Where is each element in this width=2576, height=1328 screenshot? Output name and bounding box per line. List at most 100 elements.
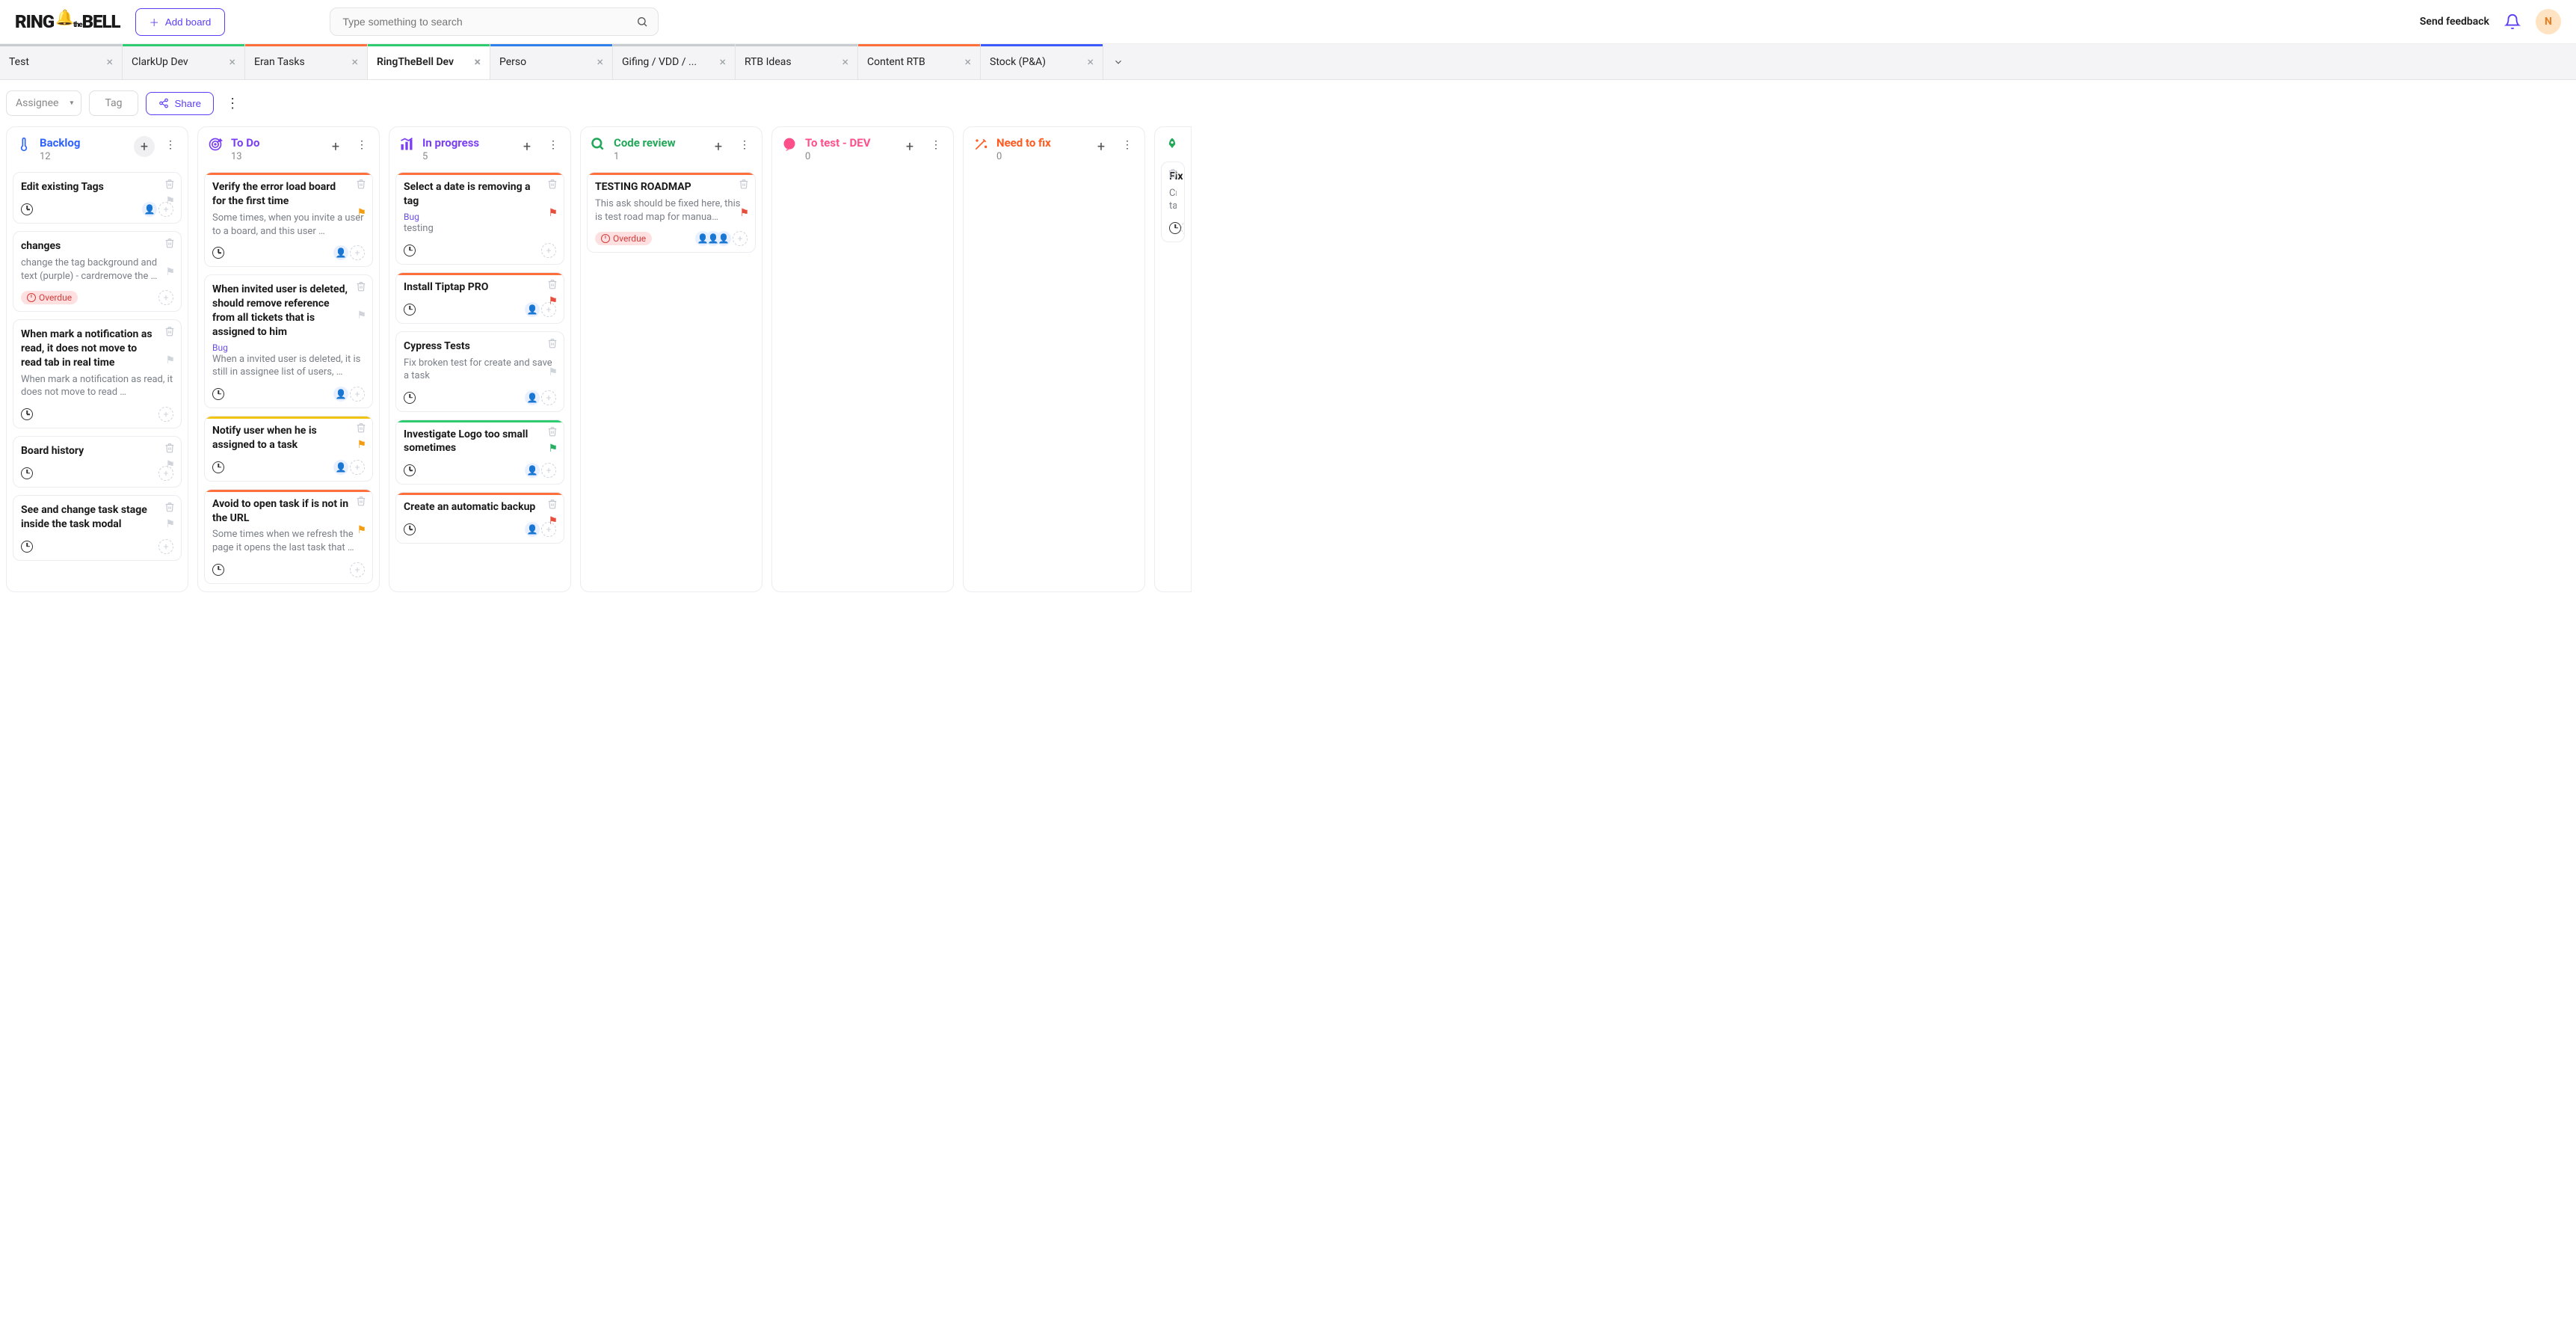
search-input[interactable] (330, 7, 659, 36)
close-icon[interactable]: × (964, 55, 971, 69)
column-more-icon[interactable]: ⋮ (1119, 136, 1136, 154)
trash-icon[interactable] (547, 279, 558, 289)
kanban-card[interactable]: FixCre task + (1161, 162, 1185, 242)
kanban-card[interactable]: Install Tiptap PRO⚑ 👤 + (395, 272, 564, 324)
assignee-avatar[interactable]: 👤 (525, 390, 540, 405)
add-card-button[interactable]: + (517, 136, 537, 157)
card-description: When mark a notification as read, it doe… (21, 373, 173, 399)
board-tab[interactable]: Perso × (490, 44, 613, 79)
trash-icon[interactable] (164, 502, 175, 512)
add-assignee-button[interactable]: + (158, 407, 173, 422)
filter-more-icon[interactable]: ⋮ (221, 91, 244, 116)
column-more-icon[interactable]: ⋮ (162, 136, 179, 154)
assignee-avatar[interactable]: 👤 (142, 202, 157, 217)
kanban-card[interactable]: When mark a notification as read, it doe… (13, 319, 182, 428)
kanban-card[interactable]: TESTING ROADMAPThis ask should be fixed … (587, 172, 756, 253)
kanban-card[interactable]: changeschange the tag background and tex… (13, 231, 182, 312)
column-more-icon[interactable]: ⋮ (545, 136, 561, 154)
assignee-avatar[interactable]: 👤 (525, 463, 540, 478)
add-card-button[interactable]: + (134, 136, 155, 157)
add-assignee-button[interactable]: + (350, 387, 365, 402)
user-avatar[interactable]: N (2536, 9, 2561, 34)
board-tab[interactable]: Gifing / VDD / ... × (613, 44, 736, 79)
board-tab[interactable]: RingTheBell Dev × (368, 44, 490, 79)
close-icon[interactable]: × (475, 55, 481, 69)
kanban-card[interactable]: Cypress TestsFix broken test for create … (395, 331, 564, 412)
add-card-button[interactable]: + (325, 136, 346, 157)
close-icon[interactable]: × (1087, 55, 1094, 69)
board-area: Backlog 12 + ⋮ Edit existing Tags⚑ 👤 + c… (0, 126, 2576, 607)
kanban-card[interactable]: Avoid to open task if is not in the URLS… (204, 489, 373, 584)
card-color-bar (205, 173, 372, 175)
add-card-button[interactable]: + (708, 136, 729, 157)
kanban-card[interactable]: Notify user when he is assigned to a tas… (204, 416, 373, 482)
kanban-card[interactable]: Investigate Logo too small sometimes⚑ 👤 … (395, 419, 564, 485)
kanban-card[interactable]: Verify the error load board for the firs… (204, 172, 373, 267)
board-tab[interactable]: Test × (0, 44, 123, 79)
assignee-avatar[interactable]: 👤 (333, 460, 348, 475)
add-assignee-button[interactable]: + (733, 231, 748, 246)
trash-icon[interactable] (547, 179, 558, 189)
add-board-button[interactable]: ＋ Add board (135, 8, 226, 36)
board-tab[interactable]: Stock (P&A) × (981, 44, 1103, 79)
flag-icon: ⚑ (357, 524, 366, 536)
close-icon[interactable]: × (229, 55, 235, 69)
assignee-avatar[interactable]: 👤 (716, 231, 731, 246)
add-assignee-button[interactable]: + (1181, 221, 1185, 236)
assignee-filter[interactable]: Assignee ▾ (6, 90, 81, 116)
trash-icon[interactable] (164, 326, 175, 336)
trash-icon[interactable] (356, 422, 366, 433)
notifications-icon[interactable] (2504, 13, 2521, 30)
close-icon[interactable]: × (351, 55, 358, 69)
tabs-overflow-icon[interactable] (1103, 44, 1133, 79)
trash-icon[interactable] (547, 338, 558, 348)
add-card-button[interactable]: + (1091, 136, 1112, 157)
board-tab[interactable]: Eran Tasks × (245, 44, 368, 79)
close-icon[interactable]: × (106, 55, 113, 69)
trash-icon[interactable] (739, 179, 749, 189)
trash-icon[interactable] (164, 443, 175, 453)
assignee-avatar[interactable]: 👤 (525, 522, 540, 537)
add-assignee-button[interactable]: + (541, 243, 556, 258)
add-assignee-button[interactable]: + (350, 460, 365, 475)
trash-icon[interactable] (547, 426, 558, 437)
kanban-card[interactable]: See and change task stage inside the tas… (13, 495, 182, 561)
trash-icon[interactable] (1168, 168, 1178, 179)
card-color-bar (396, 173, 564, 175)
send-feedback-link[interactable]: Send feedback (2420, 16, 2489, 28)
close-icon[interactable]: × (842, 55, 848, 69)
board-tab[interactable]: ClarkUp Dev × (123, 44, 245, 79)
add-assignee-button[interactable]: + (158, 539, 173, 554)
kanban-card[interactable]: Create an automatic backup⚑ 👤 + (395, 492, 564, 544)
assignee-avatar[interactable]: 👤 (333, 245, 348, 260)
trash-icon[interactable] (356, 496, 366, 506)
tag-filter[interactable]: Tag (89, 90, 138, 116)
kanban-card[interactable]: Board history⚑ + (13, 436, 182, 488)
kanban-card[interactable]: Edit existing Tags⚑ 👤 + (13, 172, 182, 224)
assignee-avatar[interactable]: 👤 (333, 387, 348, 402)
trash-icon[interactable] (356, 179, 366, 189)
board-tab[interactable]: RTB Ideas × (736, 44, 858, 79)
share-button[interactable]: Share (146, 92, 215, 115)
trash-icon[interactable] (164, 238, 175, 248)
kanban-card[interactable]: When invited user is deleted, should rem… (204, 274, 373, 408)
card-description: This ask should be fixed here, this is t… (595, 197, 748, 224)
close-icon[interactable]: × (597, 55, 603, 69)
trash-icon[interactable] (356, 281, 366, 292)
add-card-button[interactable]: + (899, 136, 920, 157)
column-more-icon[interactable]: ⋮ (354, 136, 370, 154)
trash-icon[interactable] (164, 179, 175, 189)
add-assignee-button[interactable]: + (541, 390, 556, 405)
add-assignee-button[interactable]: + (350, 562, 365, 577)
column-more-icon[interactable]: ⋮ (736, 136, 753, 154)
board-tab-label: Stock (P&A) (990, 56, 1046, 68)
close-icon[interactable]: × (719, 55, 726, 69)
add-assignee-button[interactable]: + (158, 290, 173, 305)
board-tab[interactable]: Content RTB × (858, 44, 981, 79)
trash-icon[interactable] (547, 499, 558, 509)
column-more-icon[interactable]: ⋮ (928, 136, 944, 154)
add-assignee-button[interactable]: + (350, 245, 365, 260)
add-assignee-button[interactable]: + (541, 463, 556, 478)
assignee-avatar[interactable]: 👤 (525, 302, 540, 317)
kanban-card[interactable]: Select a date is removing a tagBugtestin… (395, 172, 564, 264)
